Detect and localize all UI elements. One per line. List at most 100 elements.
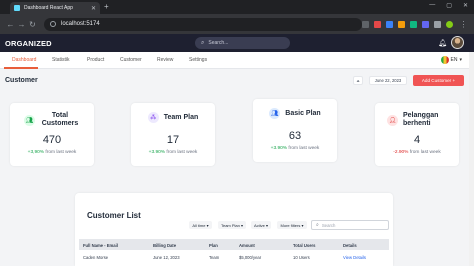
extension-icon[interactable] (386, 20, 393, 28)
delta-suffix: from last week (409, 150, 441, 155)
page-scrollbar[interactable] (469, 52, 474, 266)
language-selector[interactable]: EN ▾ (440, 56, 462, 64)
back-icon[interactable]: ← (5, 20, 16, 29)
column-header[interactable]: Full Name - Email (83, 243, 118, 248)
search-input[interactable]: ⌕ Search... (195, 37, 290, 49)
tab-product[interactable]: Product (87, 57, 104, 63)
cell-plan: Team (209, 255, 220, 260)
view-details-link[interactable]: View Details (343, 255, 366, 260)
extension-icon[interactable] (398, 20, 405, 28)
card-title: Basic Plan (285, 109, 321, 117)
search-placeholder: Search... (208, 40, 229, 46)
customer-search-placeholder: Search (321, 222, 336, 228)
add-customer-button[interactable]: Add Customer + (413, 75, 464, 86)
date-label: June 22, 2023 (374, 78, 402, 83)
delta-percent: +3,90% (27, 150, 45, 155)
app-header: ORGANIZED ⌕ Search... 🔔︎ (0, 34, 474, 52)
card-title: Total Customers (41, 112, 79, 127)
search-icon: ⌕ (201, 39, 205, 46)
avatar[interactable] (451, 36, 464, 49)
tab-statistik[interactable]: Statistik (52, 57, 70, 63)
card-title: Team Plan (163, 113, 199, 121)
delta-suffix: from last week (288, 146, 320, 151)
flag-icon (440, 56, 449, 64)
customer-list-title: Customer List (87, 211, 141, 220)
card-title: Pelanggan berhenti (403, 112, 439, 127)
stat-card-team-plan: ⁂ Team Plan 17 +3.90% from last week (131, 103, 215, 166)
column-header[interactable]: Plan (209, 243, 218, 248)
delta-percent: -2.90% (393, 150, 409, 155)
stat-card-basic-plan: 👥︎ Basic Plan 63 +3.90% from last week (253, 99, 337, 162)
header-actions: 🔔︎ (438, 36, 464, 49)
filter-team-plan[interactable]: Team Plan ▾ (218, 221, 246, 229)
address-bar[interactable]: localhost:5174 (44, 17, 362, 31)
new-tab-icon[interactable]: + (104, 2, 109, 12)
tab-settings[interactable]: Settings (189, 57, 207, 63)
browser-tab-bar: Dashboard React App ✕ + — ▢ ✕ (0, 0, 474, 14)
filter-active[interactable]: Active ▾ (251, 221, 271, 229)
reload-icon[interactable]: ↻ (27, 20, 38, 29)
extension-icon[interactable] (374, 20, 381, 28)
customer-list-card: Customer List All time ▾ Team Plan ▾ Act… (75, 193, 393, 266)
react-icon (14, 5, 20, 11)
main-tabs: Dashboard Statistik Product Customer Rev… (0, 52, 474, 69)
filter-all-time[interactable]: All time ▾ (189, 221, 212, 229)
cell-name: Caden Morse (83, 255, 109, 260)
user-stop-icon: 👤︎ (387, 114, 398, 126)
tab-review[interactable]: Review (157, 57, 173, 63)
forward-icon[interactable]: → (16, 20, 27, 29)
column-header[interactable]: Billing Date (153, 243, 176, 248)
cell-total-users: 10 Users (293, 255, 310, 260)
language-label: EN (450, 57, 458, 63)
extension-icon[interactable] (422, 20, 429, 28)
card-value: 63 (288, 130, 302, 142)
user-group-icon: 👥︎ (269, 108, 281, 119)
minimize-icon[interactable]: — (429, 2, 435, 9)
main-content: Customer ⏶ June 22, 2023 Add Customer + … (0, 69, 474, 266)
search-icon: ⌕ (316, 222, 319, 228)
date-picker[interactable]: June 22, 2023 (369, 76, 407, 85)
page-title: Customer (5, 77, 38, 84)
card-value: 4 (413, 134, 421, 146)
users-icon: 👥︎ (24, 114, 35, 126)
site-info-icon[interactable] (50, 21, 56, 27)
close-window-icon[interactable]: ✕ (463, 2, 468, 9)
bookmark-icon[interactable] (362, 20, 369, 28)
upload-button[interactable]: ⏶ (353, 76, 363, 85)
stat-card-pelanggan-berhenti: 👤︎ Pelanggan berhenti 4 -2.90% from last… (375, 103, 459, 166)
browser-tab[interactable]: Dashboard React App ✕ (10, 2, 100, 14)
extensions-area: ⋮ (362, 20, 469, 29)
tab-dashboard[interactable]: Dashboard (12, 57, 36, 63)
app-logo[interactable]: ORGANIZED (5, 39, 52, 48)
delta-suffix: from last week (45, 150, 77, 155)
card-delta: -2.90% from last week (375, 150, 459, 155)
profile-icon[interactable] (446, 20, 453, 28)
puzzle-icon[interactable] (434, 20, 441, 28)
column-header[interactable]: Total Users (293, 243, 316, 248)
close-tab-icon[interactable]: ✕ (91, 5, 96, 12)
browser-tab-title: Dashboard React App (24, 5, 73, 11)
team-icon: ⁂ (147, 112, 159, 123)
browser-toolbar: ← → ↻ localhost:5174 ⋮ (0, 14, 474, 34)
extension-icon[interactable] (410, 20, 417, 28)
card-delta: +3.90% from last week (131, 150, 215, 155)
window-controls: — ▢ ✕ (429, 2, 468, 9)
upload-icon: ⏶ (356, 78, 360, 83)
cell-amount: $5,000/year (239, 255, 262, 260)
column-header[interactable]: Details (343, 243, 357, 248)
maximize-icon[interactable]: ▢ (446, 2, 452, 9)
column-header[interactable]: Amount (239, 243, 255, 248)
cell-billing-date: June 12, 2023 (153, 255, 180, 260)
customer-search-input[interactable]: ⌕ Search (311, 220, 389, 230)
address-url: localhost:5174 (61, 21, 100, 27)
filter-more[interactable]: More filters ▾ (277, 221, 307, 229)
card-delta: +3,90% from last week (10, 150, 94, 155)
card-value: 470 (42, 134, 62, 146)
chevron-down-icon: ▾ (459, 57, 462, 63)
menu-dots-icon[interactable]: ⋮ (458, 20, 469, 29)
bell-icon[interactable]: 🔔︎ (438, 39, 447, 47)
delta-suffix: from last week (166, 150, 198, 155)
delta-percent: +3.90% (148, 150, 166, 155)
delta-percent: +3.90% (270, 146, 288, 151)
tab-customer[interactable]: Customer (120, 57, 142, 63)
